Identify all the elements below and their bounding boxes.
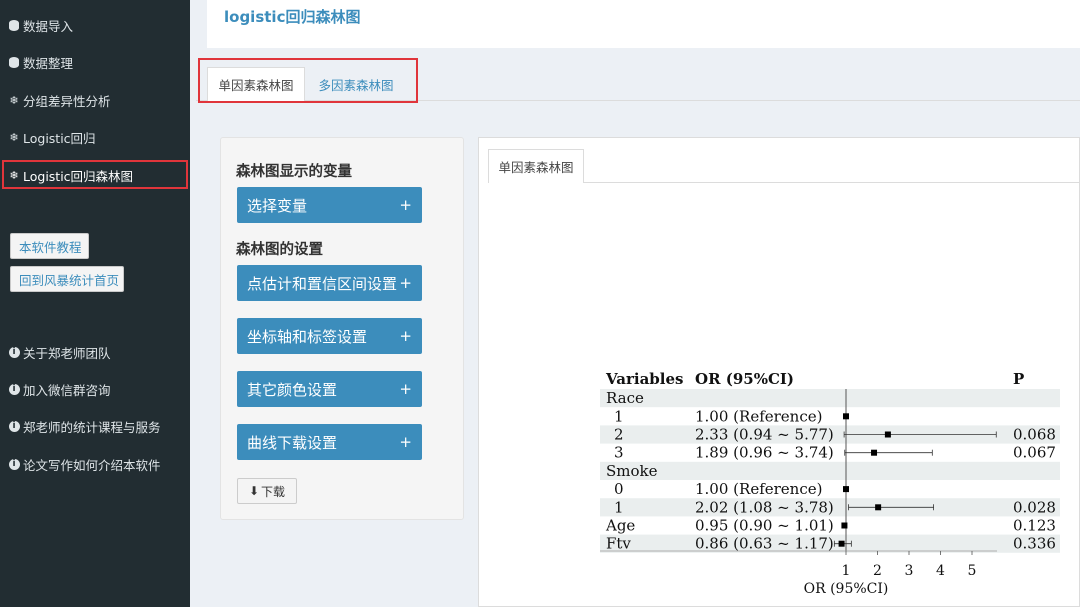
or-label: 1.89 (0.96 ~ 3.74) [695, 444, 834, 462]
header-or: OR (95%CI) [695, 370, 794, 388]
p-value-label: 0.068 [1013, 426, 1056, 444]
point-estimate [843, 486, 849, 493]
x-tick-label: 4 [936, 563, 945, 579]
header-p: P [1013, 370, 1024, 388]
or-label: 2.02 (1.08 ~ 3.78) [695, 498, 834, 516]
or-label: 2.33 (0.94 ~ 5.77) [695, 426, 834, 444]
x-axis-title: OR (95%CI) [804, 581, 889, 597]
or-label: 0.95 (0.90 ~ 1.01) [695, 517, 834, 535]
row-shade [600, 389, 1060, 408]
or-label: 0.86 (0.63 ~ 1.17) [695, 535, 834, 553]
variable-label: 2 [614, 426, 624, 444]
point-estimate [843, 413, 849, 420]
p-value-label: 0.067 [1013, 444, 1056, 462]
variable-label: 1 [614, 407, 624, 425]
or-label: 1.00 (Reference) [695, 480, 822, 498]
point-estimate [838, 540, 845, 547]
x-tick-label: 1 [842, 563, 851, 579]
x-tick-label: 5 [968, 563, 977, 579]
variable-label: Ftv [606, 535, 631, 553]
point-estimate [884, 431, 891, 438]
header-variables: Variables [605, 370, 683, 388]
variable-label: 3 [614, 444, 624, 462]
x-tick-label: 3 [905, 563, 914, 579]
point-estimate [875, 504, 882, 511]
p-value-label: 0.123 [1013, 517, 1056, 535]
variable-label: Race [606, 389, 644, 407]
p-value-label: 0.028 [1013, 498, 1056, 516]
row-shade [600, 461, 1060, 480]
point-estimate [871, 449, 878, 456]
x-tick-label: 2 [873, 563, 882, 579]
variable-label: 1 [614, 498, 624, 516]
variable-label: Smoke [606, 462, 658, 480]
variable-label: 0 [614, 480, 624, 498]
p-value-label: 0.336 [1013, 535, 1056, 553]
point-estimate [841, 522, 848, 529]
forest-plot: Variables OR (95%CI) PRace1 1.00 (Reference… [600, 370, 1060, 597]
or-label: 1.00 (Reference) [695, 407, 822, 425]
variable-label: Age [605, 517, 635, 535]
